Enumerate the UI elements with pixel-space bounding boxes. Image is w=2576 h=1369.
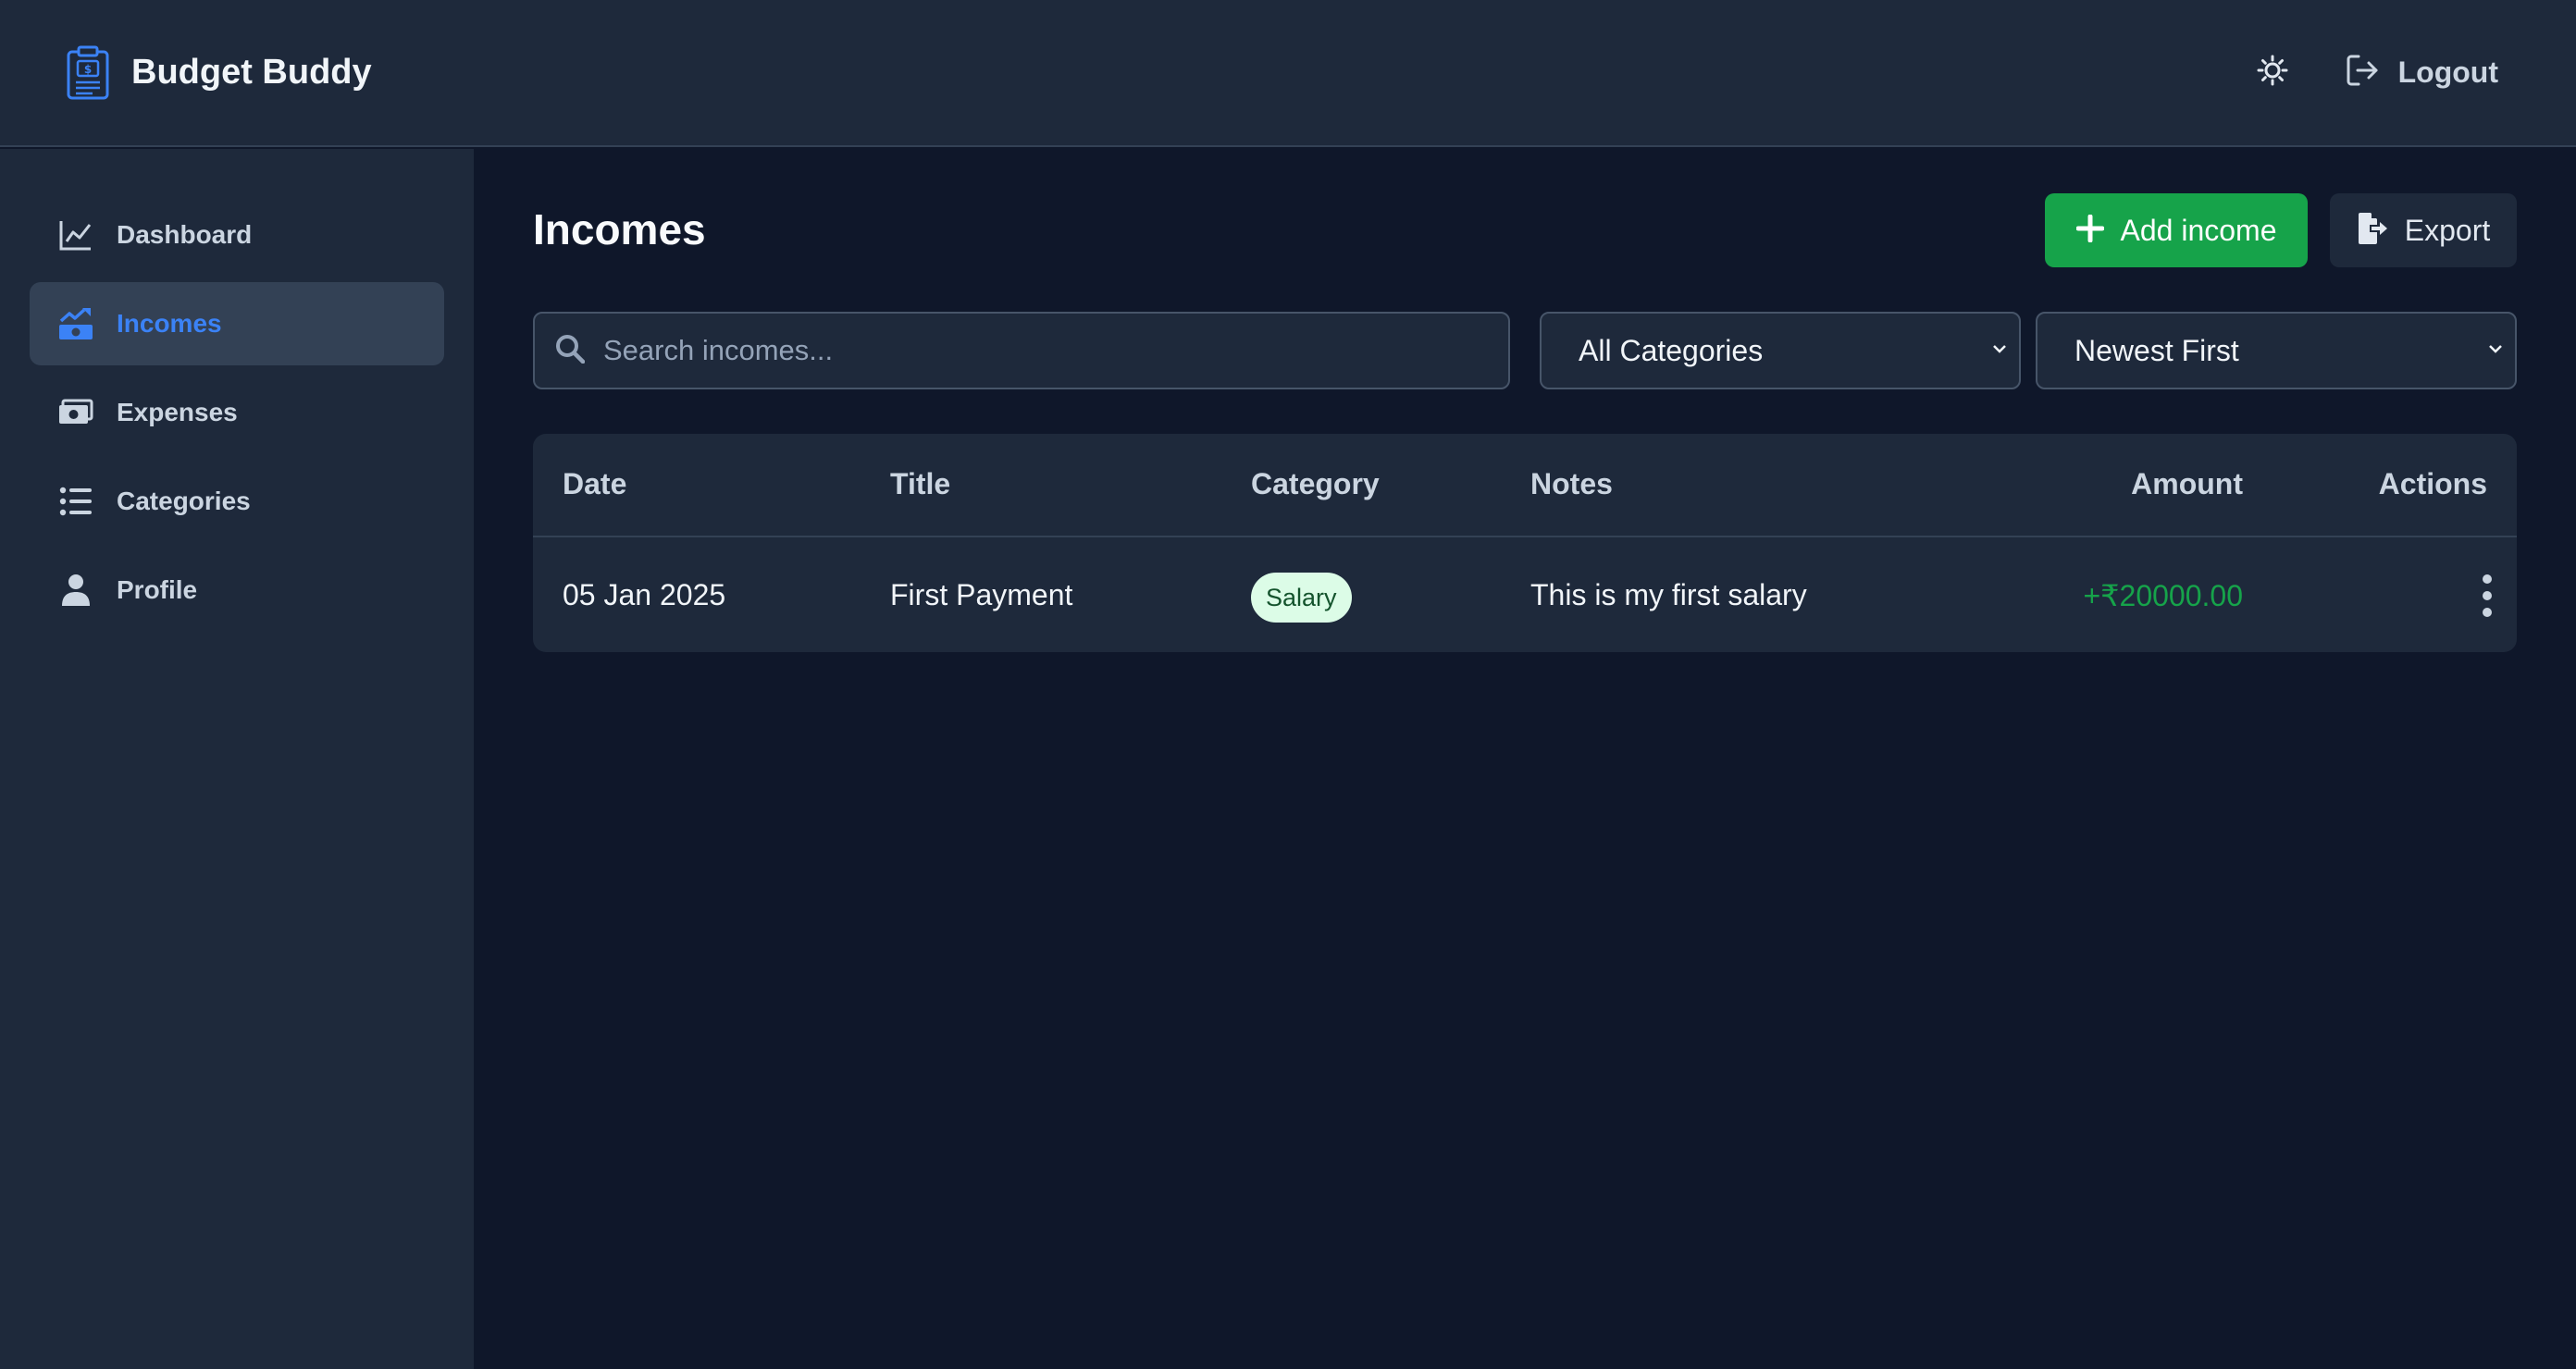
search-box bbox=[533, 312, 1510, 389]
sidebar-item-dashboard[interactable]: Dashboard bbox=[30, 193, 444, 277]
user-icon bbox=[57, 572, 94, 609]
kebab-dot bbox=[2483, 608, 2492, 617]
sidebar-item-label: Categories bbox=[117, 487, 251, 515]
column-header-date: Date bbox=[563, 467, 627, 500]
kebab-dot bbox=[2483, 574, 2492, 584]
file-export-icon bbox=[2357, 212, 2388, 250]
brand[interactable]: $ Budget Buddy bbox=[65, 43, 372, 103]
chevron-down-icon bbox=[1991, 342, 2008, 359]
sidebar-item-categories[interactable]: Categories bbox=[30, 460, 444, 543]
column-header-title: Title bbox=[890, 467, 951, 500]
sidebar-item-label: Dashboard bbox=[117, 220, 253, 249]
category-filter-select[interactable]: All Categories bbox=[1540, 312, 2021, 389]
logout-icon bbox=[2345, 53, 2380, 92]
column-header-category: Category bbox=[1251, 467, 1380, 500]
svg-text:$: $ bbox=[84, 63, 92, 76]
theme-toggle-button[interactable] bbox=[2254, 55, 2291, 92]
column-header-actions: Actions bbox=[2378, 467, 2487, 500]
sidebar-item-label: Expenses bbox=[117, 398, 238, 426]
money-bill-wave-icon bbox=[57, 394, 94, 431]
export-button[interactable]: Export bbox=[2330, 193, 2517, 267]
sort-value: Newest First bbox=[2074, 333, 2239, 367]
plus-icon bbox=[2075, 214, 2104, 247]
add-income-button[interactable]: Add income bbox=[2045, 193, 2308, 267]
search-input[interactable] bbox=[603, 334, 1492, 367]
cell-notes: This is my first salary bbox=[1530, 578, 1807, 611]
list-icon bbox=[57, 483, 94, 520]
kebab-dot bbox=[2483, 591, 2492, 600]
page-title: Incomes bbox=[533, 205, 706, 253]
cell-amount: +₹20000.00 bbox=[2083, 579, 2243, 612]
logout-button[interactable]: Logout bbox=[2345, 53, 2498, 92]
sidebar-item-profile[interactable]: Profile bbox=[30, 549, 444, 632]
search-icon bbox=[555, 334, 586, 368]
export-label: Export bbox=[2404, 213, 2491, 247]
column-header-amount: Amount bbox=[2131, 467, 2243, 500]
sidebar-item-incomes[interactable]: Incomes bbox=[30, 282, 444, 365]
sidebar-item-label: Incomes bbox=[117, 309, 222, 338]
column-header-notes: Notes bbox=[1530, 467, 1613, 500]
table-row: 05 Jan 2025 First Payment Salary This is… bbox=[533, 539, 2517, 652]
main-content: Incomes Add income Export Search incomes… bbox=[474, 149, 2576, 1369]
sidebar: Dashboard Incomes Expenses Categories Pr… bbox=[0, 149, 474, 1369]
sidebar-item-expenses[interactable]: Expenses bbox=[30, 371, 444, 454]
chart-line-icon bbox=[57, 216, 94, 253]
top-header: $ Budget Buddy Logout bbox=[0, 0, 2576, 147]
receipt-logo-icon: $ bbox=[65, 43, 111, 103]
row-actions-menu-button[interactable] bbox=[2478, 574, 2496, 617]
table-header: Date Title Category Notes Amount Actions bbox=[533, 434, 2517, 537]
chevron-down-icon bbox=[2487, 342, 2504, 359]
incomes-table: Date Title Category Notes Amount Actions… bbox=[533, 434, 2517, 652]
sidebar-item-label: Profile bbox=[117, 575, 198, 604]
logout-label: Logout bbox=[2397, 56, 2498, 89]
cell-date: 05 Jan 2025 bbox=[563, 578, 726, 611]
category-filter-value: All Categories bbox=[1579, 333, 1764, 367]
cell-title: First Payment bbox=[890, 578, 1073, 611]
add-income-label: Add income bbox=[2120, 213, 2277, 247]
sun-icon bbox=[2257, 55, 2288, 91]
sort-select[interactable]: Newest First bbox=[2036, 312, 2517, 389]
app-title: Budget Buddy bbox=[131, 53, 372, 92]
category-badge: Salary bbox=[1251, 573, 1352, 623]
money-bill-trend-up-icon bbox=[57, 305, 94, 342]
